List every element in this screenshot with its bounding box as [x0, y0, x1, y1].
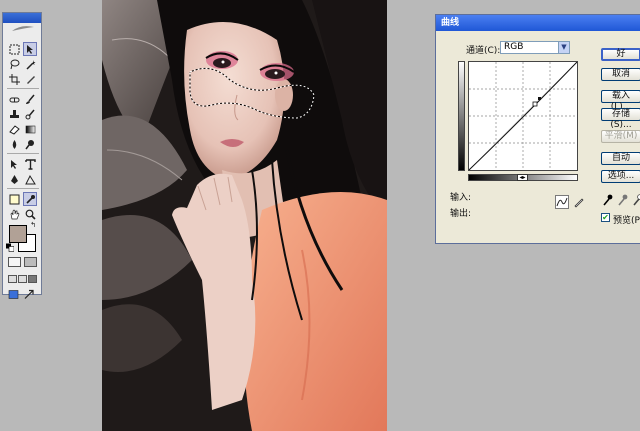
input-label: 输入:	[450, 193, 472, 203]
cancel-button[interactable]: 取消	[601, 68, 640, 81]
feather-logo-icon	[12, 26, 34, 31]
toolbox: ↰	[2, 12, 42, 299]
brush-tool-icon[interactable]	[24, 93, 36, 105]
output-gradient-bar	[458, 61, 465, 171]
swap-colors-icon[interactable]: ↰	[29, 221, 37, 229]
gray-point-eyedropper-icon[interactable]	[617, 193, 628, 207]
jump-to-imageready-icon[interactable]	[8, 289, 19, 299]
curve-grid	[468, 61, 578, 171]
path-selection-tool-icon[interactable]	[8, 158, 20, 170]
channel-value: RGB	[504, 42, 524, 52]
curve-graph[interactable]	[468, 61, 578, 171]
dialog-title[interactable]: 曲线	[436, 15, 640, 31]
channel-select[interactable]: RGB ▼	[500, 41, 570, 54]
slice-tool-icon[interactable]	[24, 73, 36, 85]
curve-tool-icon	[556, 197, 568, 207]
black-point-eyedropper-icon[interactable]	[602, 193, 613, 207]
toolbox-titlebar[interactable]	[3, 13, 41, 23]
curve-point	[538, 97, 541, 100]
ok-button[interactable]: 好	[601, 48, 640, 61]
blur-tool-icon[interactable]	[8, 138, 20, 150]
hand-tool-icon[interactable]	[8, 208, 20, 220]
smooth-button[interactable]: 平滑(M)	[601, 130, 640, 143]
channel-label: 通道(C):	[466, 46, 501, 56]
full-screen-menu-mode-button[interactable]	[18, 275, 27, 283]
lasso-tool-icon[interactable]	[8, 58, 20, 70]
healing-brush-tool-icon[interactable]	[8, 93, 20, 105]
marquee-tool-icon[interactable]	[8, 43, 20, 55]
document-canvas[interactable]	[102, 0, 387, 431]
gradient-tool-icon[interactable]	[24, 123, 36, 135]
pencil-icon	[574, 198, 584, 208]
shape-tool-icon[interactable]	[24, 173, 36, 185]
standard-screen-mode-button[interactable]	[8, 275, 17, 283]
auto-button[interactable]: 自动	[601, 152, 640, 165]
pencil-tool[interactable]	[572, 195, 586, 209]
portrait-image	[102, 0, 387, 431]
type-tool-icon[interactable]	[24, 158, 36, 170]
eraser-tool-icon[interactable]	[8, 123, 20, 135]
white-point-eyedropper-icon[interactable]	[632, 193, 640, 207]
curve-point	[532, 101, 538, 107]
crop-tool-icon[interactable]	[8, 73, 20, 85]
quick-mask-mode-button[interactable]	[24, 257, 37, 267]
eyedropper-tool-icon[interactable]	[23, 192, 37, 206]
gradient-toggle-icon[interactable]: ◂▸	[517, 174, 528, 181]
move-tool-icon[interactable]	[23, 42, 37, 56]
notes-tool-icon[interactable]	[8, 193, 20, 205]
options-button[interactable]: 选项...	[601, 170, 640, 183]
curve-point-tool[interactable]	[555, 195, 569, 209]
chevron-down-icon[interactable]: ▼	[558, 42, 569, 53]
input-gradient-bar[interactable]: ◂▸	[468, 174, 578, 181]
curves-dialog: 曲线 通道(C): RGB ▼ ◂▸ 输入: 输出: 好 取消 载入(L)...…	[435, 14, 640, 244]
preview-label: 预览(P)	[613, 216, 640, 226]
clone-stamp-tool-icon[interactable]	[8, 108, 20, 120]
pen-tool-icon[interactable]	[8, 173, 20, 185]
foreground-color-swatch[interactable]	[9, 225, 27, 243]
load-button[interactable]: 载入(L)...	[601, 90, 640, 112]
dodge-tool-icon[interactable]	[24, 138, 36, 150]
full-screen-mode-button[interactable]	[28, 275, 37, 283]
history-brush-tool-icon[interactable]	[24, 108, 36, 120]
preview-checkbox[interactable]: ✔	[601, 213, 610, 222]
magic-wand-tool-icon[interactable]	[24, 58, 36, 70]
save-button[interactable]: 存储(S)...	[601, 108, 640, 130]
output-label: 输出:	[450, 209, 472, 219]
standard-mode-button[interactable]	[8, 257, 21, 267]
imageready-arrow-icon[interactable]	[24, 289, 35, 299]
default-colors-icon[interactable]	[6, 243, 14, 252]
